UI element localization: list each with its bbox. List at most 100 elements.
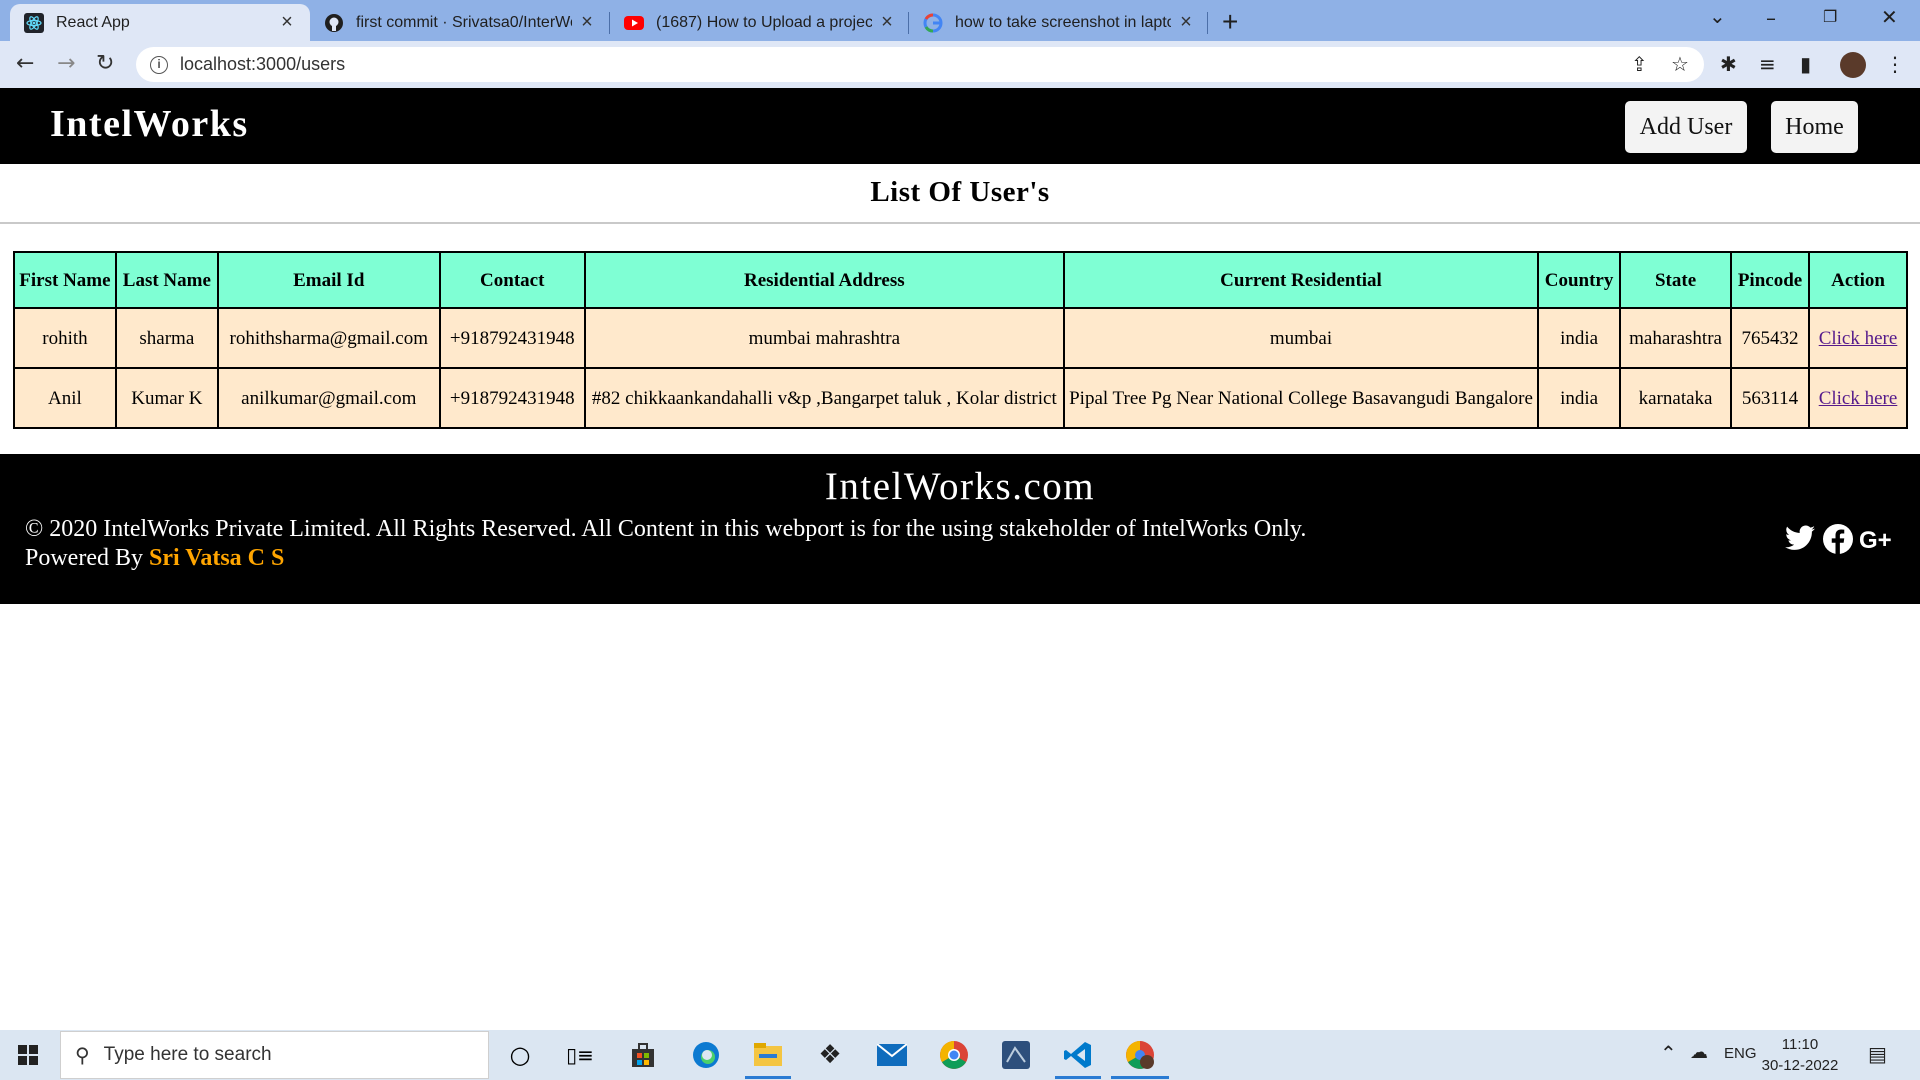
- google-plus-icon[interactable]: G+: [1859, 527, 1892, 555]
- facebook-icon[interactable]: [1823, 524, 1853, 554]
- last-name-cell: sharma: [114, 307, 219, 369]
- address-bar[interactable]: i localhost:3000/users: [136, 47, 1704, 82]
- forward-icon[interactable]: →: [57, 51, 75, 76]
- active-app-indicator: [745, 1076, 791, 1079]
- bookmark-star-icon[interactable]: ☆: [1671, 52, 1689, 76]
- home-button[interactable]: Home: [1771, 101, 1858, 153]
- windows-taskbar: ⚲ Type here to search ○ ▯≡ ❖ ⌃ ☁ ENG 11:…: [0, 1030, 1920, 1080]
- column-header: Residential Address: [583, 251, 1065, 309]
- residential-address-cell: #82 chikkaankandahalli v&p ,Bangarpet ta…: [583, 367, 1065, 429]
- active-app-indicator: [1111, 1076, 1169, 1079]
- state-cell: maharashtra: [1619, 307, 1733, 369]
- click-here-link[interactable]: Click here: [1819, 328, 1898, 349]
- twitter-icon[interactable]: [1785, 525, 1815, 551]
- notification-icon[interactable]: ▤: [1868, 1042, 1887, 1066]
- store-icon[interactable]: [625, 1038, 661, 1072]
- github-icon: [324, 13, 344, 33]
- table-row: rohith sharma rohithsharma@gmail.com +91…: [13, 307, 1908, 369]
- google-icon: [923, 12, 943, 33]
- column-header: Pincode: [1730, 251, 1811, 309]
- column-header: Action: [1808, 251, 1908, 309]
- email-cell: rohithsharma@gmail.com: [216, 307, 441, 369]
- first-name-cell: rohith: [13, 307, 117, 369]
- edge-icon[interactable]: [688, 1038, 724, 1072]
- brand-logo[interactable]: IntelWorks: [50, 102, 249, 146]
- author-name: Sri Vatsa C S: [148, 545, 285, 571]
- language-indicator[interactable]: ENG: [1724, 1045, 1757, 1062]
- country-cell: india: [1537, 307, 1622, 369]
- close-icon[interactable]: ×: [578, 11, 596, 34]
- windows-start-icon[interactable]: [18, 1045, 38, 1065]
- country-cell: india: [1537, 367, 1622, 429]
- page-footer: IntelWorks.com © 2020 IntelWorks Private…: [0, 454, 1920, 604]
- tab-search-chevron-icon[interactable]: ⌄: [1709, 4, 1726, 28]
- column-header: Country: [1537, 251, 1622, 309]
- search-icon: ⚲: [75, 1043, 90, 1067]
- back-icon[interactable]: ←: [16, 51, 34, 76]
- profile-avatar[interactable]: [1840, 52, 1866, 78]
- column-header: First Name: [13, 251, 117, 309]
- restore-icon[interactable]: ❐: [1823, 7, 1837, 26]
- action-cell: Click here: [1808, 307, 1908, 369]
- clock-time: 11:10: [1781, 1036, 1819, 1053]
- onedrive-icon[interactable]: ☁: [1690, 1042, 1708, 1063]
- browser-tabstrip: React App × first commit · Srivatsa0/Int…: [0, 0, 1920, 41]
- contact-cell: +918792431948: [438, 367, 586, 429]
- search-placeholder: Type here to search: [103, 1044, 272, 1065]
- cortana-icon[interactable]: ○: [502, 1038, 538, 1072]
- info-icon[interactable]: i: [150, 55, 168, 74]
- dropbox-icon[interactable]: ❖: [812, 1038, 848, 1072]
- footer-text: © 2020 IntelWorks Private Limited. All R…: [25, 515, 1306, 573]
- column-header: Current Residential: [1062, 251, 1540, 309]
- close-icon[interactable]: ×: [878, 11, 896, 34]
- chrome-icon[interactable]: [936, 1038, 972, 1072]
- last-name-cell: Kumar K: [114, 367, 219, 429]
- system-clock[interactable]: 11:10 30-12-2022: [1760, 1034, 1840, 1076]
- side-panel-icon[interactable]: ▮: [1800, 52, 1811, 76]
- divider: [0, 222, 1920, 224]
- app-icon[interactable]: [998, 1038, 1034, 1072]
- media-queue-icon[interactable]: ≡: [1759, 52, 1776, 76]
- add-user-button[interactable]: Add User: [1625, 101, 1747, 153]
- chrome-profile-icon[interactable]: [1122, 1038, 1158, 1072]
- file-explorer-icon[interactable]: [750, 1038, 786, 1072]
- taskbar-search-box[interactable]: ⚲ Type here to search: [60, 1031, 489, 1079]
- url-text: localhost:3000/users: [180, 54, 346, 74]
- tab-title: first commit · Srivatsa0/InterWor: [356, 13, 572, 31]
- powered-by-label: Powered By: [25, 545, 143, 571]
- menu-kebab-icon[interactable]: ⋮: [1885, 52, 1905, 76]
- pincode-cell: 563114: [1730, 367, 1811, 429]
- table-row: Anil Kumar K anilkumar@gmail.com +918792…: [13, 367, 1908, 429]
- contact-cell: +918792431948: [438, 307, 586, 369]
- tab-github[interactable]: first commit · Srivatsa0/InterWor ×: [310, 4, 610, 41]
- close-icon[interactable]: ×: [278, 11, 296, 34]
- tab-youtube[interactable]: (1687) How to Upload a project o ×: [610, 4, 910, 41]
- column-header: Email Id: [216, 251, 441, 309]
- tab-react-app[interactable]: React App ×: [10, 4, 310, 41]
- reload-icon[interactable]: ↻: [96, 51, 114, 76]
- new-tab-button[interactable]: +: [1222, 6, 1238, 38]
- column-header: State: [1619, 251, 1733, 309]
- vscode-icon[interactable]: [1060, 1038, 1096, 1072]
- footer-brand: IntelWorks.com: [824, 465, 1096, 508]
- close-icon[interactable]: ×: [1177, 11, 1195, 34]
- share-icon[interactable]: ⇪: [1631, 52, 1648, 76]
- powered-by-line: Powered By Sri Vatsa C S: [25, 544, 1306, 573]
- tab-title: how to take screenshot in laptop: [955, 13, 1171, 31]
- mail-icon[interactable]: [874, 1038, 910, 1072]
- youtube-icon: [624, 13, 644, 33]
- extensions-icon[interactable]: ✱: [1720, 52, 1737, 76]
- task-view-icon[interactable]: ▯≡: [562, 1038, 598, 1072]
- tab-separator: [1207, 12, 1208, 34]
- tab-google[interactable]: how to take screenshot in laptop ×: [909, 4, 1209, 41]
- state-cell: karnataka: [1619, 367, 1733, 429]
- column-header: Contact: [438, 251, 586, 309]
- action-cell: Click here: [1808, 367, 1908, 429]
- column-header: Last Name: [114, 251, 219, 309]
- react-icon: [24, 12, 44, 33]
- minimize-icon[interactable]: –: [1766, 6, 1776, 30]
- click-here-link[interactable]: Click here: [1819, 388, 1898, 409]
- close-window-icon[interactable]: ✕: [1881, 5, 1898, 29]
- app-header: IntelWorks Add User Home: [0, 88, 1920, 164]
- tray-chevron-up-icon[interactable]: ⌃: [1660, 1041, 1677, 1065]
